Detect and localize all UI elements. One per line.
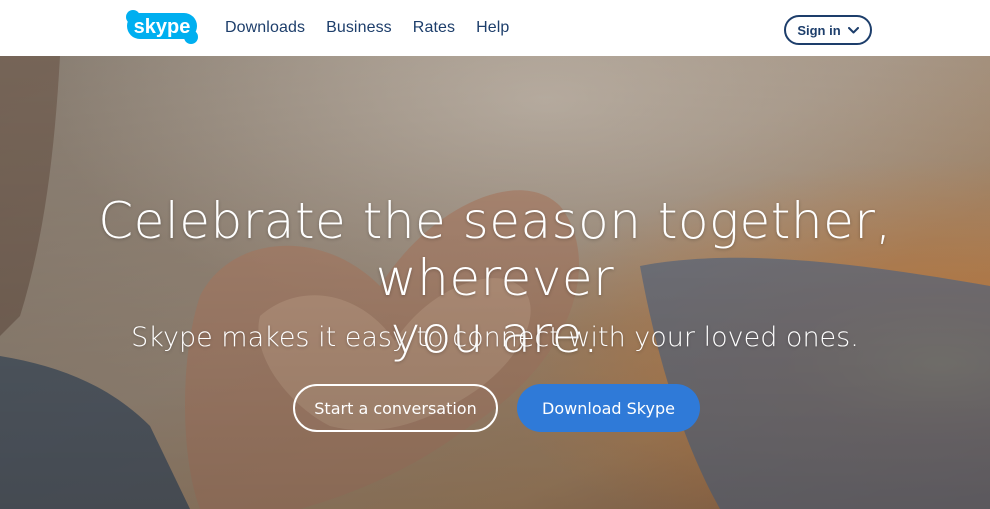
skype-homepage: skype Downloads Business Rates Help Sign… — [0, 0, 990, 509]
hero-headline-line-1: Celebrate the season together, wherever — [98, 192, 892, 307]
chevron-down-icon — [847, 26, 859, 33]
primary-nav: Downloads Business Rates Help — [225, 0, 530, 56]
skype-logo[interactable]: skype — [125, 9, 199, 45]
nav-rates[interactable]: Rates — [413, 19, 455, 37]
download-skype-label: Download Skype — [542, 398, 675, 418]
nav-help[interactable]: Help — [476, 19, 509, 37]
hero-subtitle: Skype makes it easy to connect with your… — [131, 322, 859, 353]
logo-wordmark: skype — [134, 16, 191, 38]
nav-business[interactable]: Business — [326, 19, 392, 37]
download-skype-button[interactable]: Download Skype — [517, 384, 700, 432]
sign-in-label: Sign in — [797, 22, 841, 38]
sign-in-button[interactable]: Sign in — [784, 15, 872, 45]
top-nav-bar: skype Downloads Business Rates Help Sign… — [0, 0, 990, 56]
hero-banner: Celebrate the season together, wherever … — [0, 56, 990, 509]
nav-downloads[interactable]: Downloads — [225, 19, 305, 37]
start-conversation-button[interactable]: Start a conversation — [293, 384, 498, 432]
start-conversation-label: Start a conversation — [314, 398, 477, 418]
